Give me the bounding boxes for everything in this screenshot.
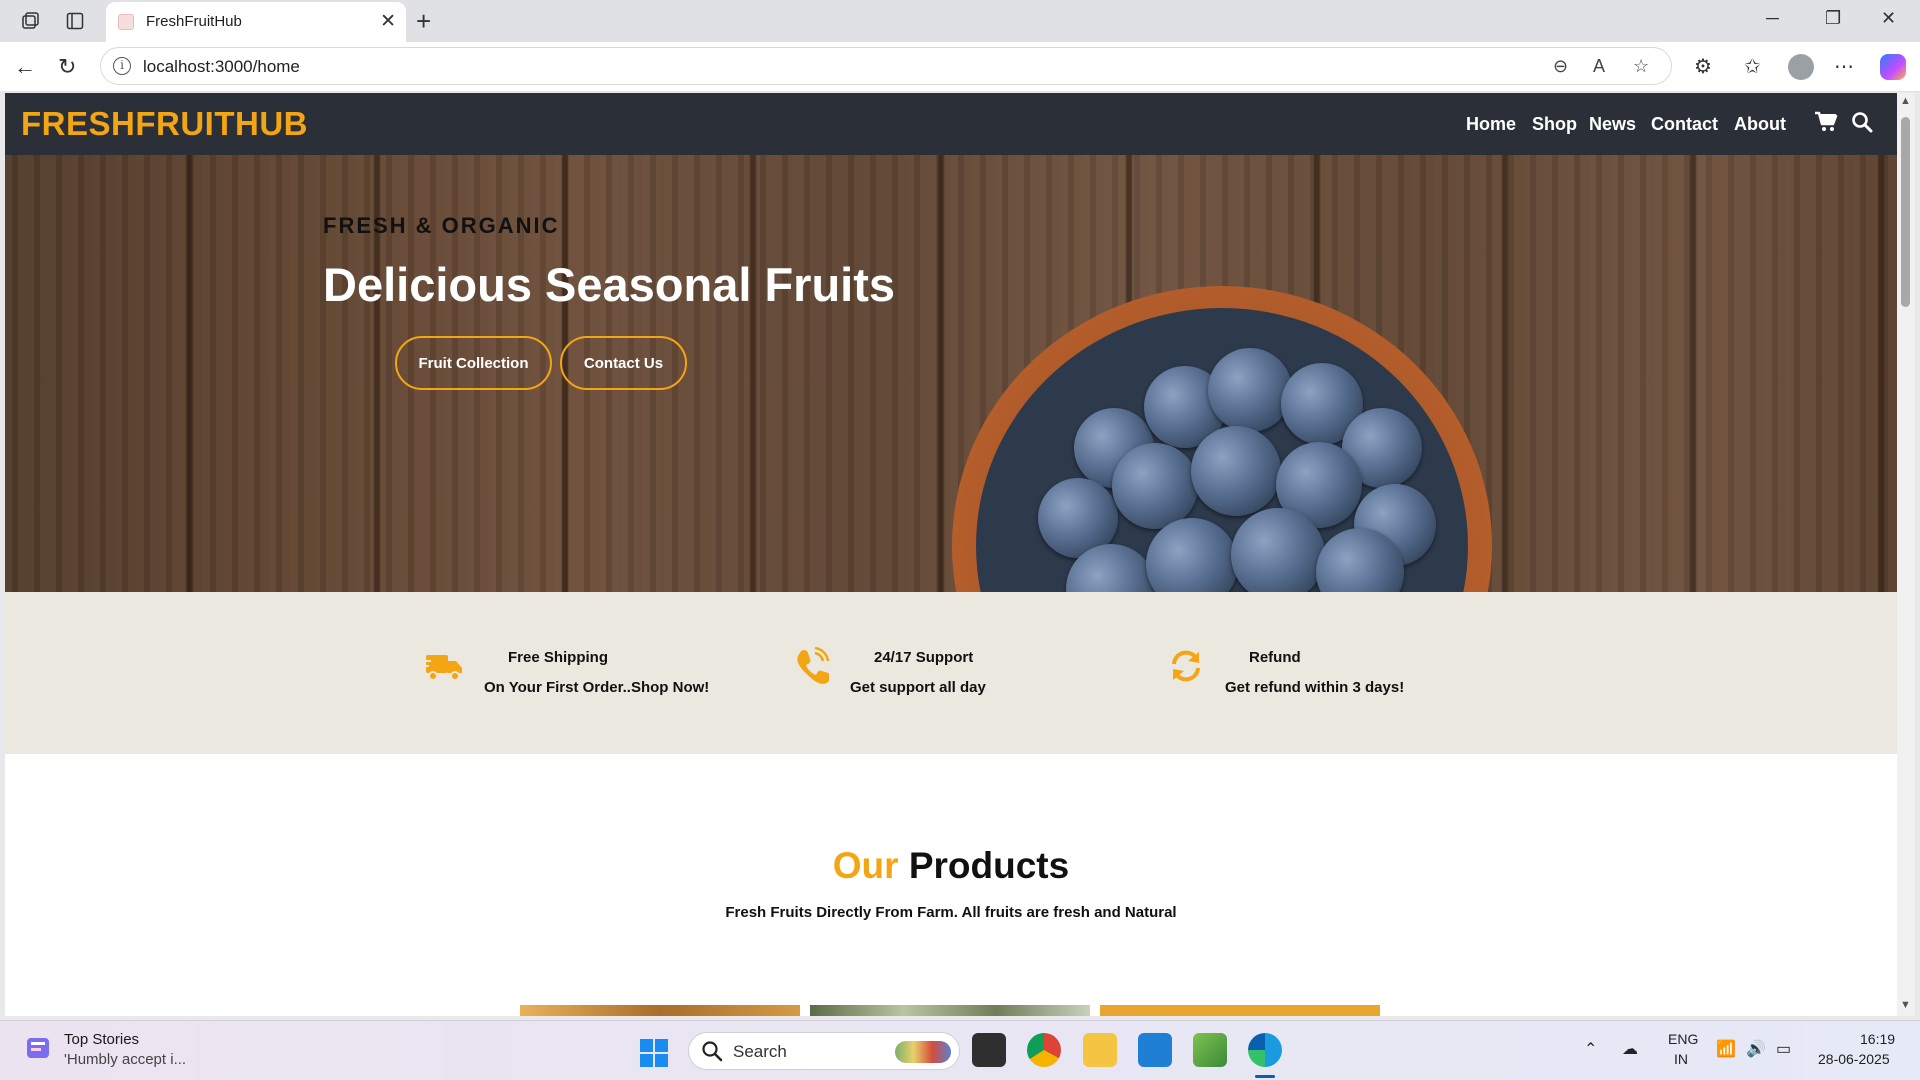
nav-home[interactable]: Home [1466,114,1516,135]
feature-sub-support: Get support all day [850,679,986,696]
browser-tab-active[interactable]: FreshFruitHub ✕ [106,2,406,42]
favorite-star-icon[interactable]: ☆ [1633,56,1649,77]
news-subtitle[interactable]: 'Humbly accept i... [64,1051,186,1068]
favicon-icon [118,14,134,30]
nav-news[interactable]: News [1589,114,1636,135]
workspaces-icon[interactable] [17,9,43,33]
search-icon[interactable] [1851,111,1873,138]
address-bar-row: ← ↻ i localhost:3000/home ⊖ A ☆ ⚙ ✩ ⋯ [0,42,1920,92]
taskbar-search-label: Search [733,1042,787,1061]
reload-button[interactable]: ↻ [58,54,76,80]
file-explorer-icon[interactable] [1083,1033,1117,1067]
more-menu-icon[interactable]: ⋯ [1834,54,1854,79]
nav-about[interactable]: About [1734,114,1786,135]
restore-button[interactable]: ❐ [1825,8,1841,29]
paint-app-icon[interactable] [1193,1033,1227,1067]
features-strip: Free Shipping On Your First Order..Shop … [5,592,1897,754]
search-highlight-icon [895,1041,951,1063]
onedrive-icon[interactable]: ☁ [1622,1039,1638,1059]
close-tab-icon[interactable]: ✕ [380,10,396,33]
scrollbar-thumb[interactable] [1901,117,1910,307]
nav-shop[interactable]: Shop [1532,114,1577,135]
new-tab-button[interactable]: + [416,6,431,37]
tab-title: FreshFruitHub [146,13,242,30]
url-text[interactable]: localhost:3000/home [143,57,300,77]
hero-background [5,155,1897,592]
feature-title-support: 24/17 Support [874,649,974,666]
truck-icon [422,649,464,690]
clock-date[interactable]: 28-06-2025 [1818,1051,1890,1067]
hero-banner: FRESH & ORGANIC Delicious Seasonal Fruit… [5,155,1897,592]
phone-icon [795,646,832,690]
search-icon [701,1040,723,1067]
product-card-image[interactable] [810,1005,1090,1016]
scroll-down-arrow-icon[interactable]: ▼ [1900,999,1911,1011]
site-info-icon[interactable]: i [113,57,131,75]
zoom-out-icon[interactable]: ⊖ [1553,56,1568,77]
profile-avatar[interactable] [1788,54,1814,80]
page-viewport: FRESHFRUITHUB Home Shop News Contact Abo… [5,93,1897,1016]
news-title[interactable]: Top Stories [64,1031,139,1048]
battery-icon[interactable]: ▭ [1776,1039,1791,1059]
copilot-icon[interactable] [1880,54,1906,80]
hero-subtitle: FRESH & ORGANIC [323,213,560,238]
site-header: FRESHFRUITHUB Home Shop News Contact Abo… [5,93,1897,155]
products-heading: Our Products [5,845,1897,887]
volume-icon[interactable]: 🔊 [1746,1039,1766,1059]
clock-time[interactable]: 16:19 [1860,1031,1895,1047]
read-aloud-icon[interactable]: A [1593,56,1605,77]
hero-title: Delicious Seasonal Fruits [323,258,896,311]
close-window-button[interactable]: ✕ [1881,8,1896,29]
refresh-icon [1169,649,1203,688]
page-scrollbar[interactable]: ▲ ▼ [1897,93,1915,1016]
feature-sub-shipping: On Your First Order..Shop Now! [484,679,710,696]
chrome-icon[interactable] [1027,1033,1061,1067]
back-button[interactable]: ← [14,54,36,80]
scroll-up-arrow-icon[interactable]: ▲ [1900,95,1911,107]
feature-title-refund: Refund [1249,649,1301,666]
active-app-indicator [1255,1075,1275,1078]
edge-icon[interactable] [1248,1033,1282,1067]
extensions-icon[interactable]: ⚙ [1694,54,1712,79]
wifi-icon[interactable]: 📶 [1716,1039,1736,1059]
site-logo[interactable]: FRESHFRUITHUB [21,105,308,143]
feature-sub-refund: Get refund within 3 days! [1225,679,1405,696]
minimize-button[interactable]: ─ [1766,8,1779,29]
product-card-image[interactable] [520,1005,800,1016]
contact-us-button[interactable]: Contact Us [560,336,687,390]
tray-overflow-icon[interactable]: ⌃ [1584,1039,1597,1059]
language-bottom[interactable]: IN [1674,1051,1688,1067]
vscode-icon[interactable] [1138,1033,1172,1067]
news-widget-icon[interactable] [24,1033,54,1063]
feature-title-shipping: Free Shipping [508,649,609,666]
products-subtitle: Fresh Fruits Directly From Farm. All fru… [725,904,1177,921]
products-heading-accent: Our [832,845,899,886]
vertical-tabs-icon[interactable] [62,9,88,33]
language-top[interactable]: ENG [1668,1031,1698,1047]
task-view-icon[interactable] [972,1033,1006,1067]
cart-icon[interactable] [1814,111,1838,138]
browser-tab-bar: FreshFruitHub ✕ + ─ ❐ ✕ [0,0,1920,42]
products-heading-rest: Products [908,845,1070,886]
fruit-collection-button[interactable]: Fruit Collection [395,336,552,390]
nav-contact[interactable]: Contact [1651,114,1718,135]
favorites-icon[interactable]: ✩ [1744,54,1761,79]
taskbar-search[interactable]: Search [688,1032,960,1070]
product-card-image[interactable] [1100,1005,1380,1016]
address-bar[interactable]: i localhost:3000/home ⊖ A ☆ [100,47,1672,85]
os-taskbar: Top Stories 'Humbly accept i... Search ⌃… [0,1020,1920,1080]
windows-start-icon[interactable] [639,1038,669,1073]
